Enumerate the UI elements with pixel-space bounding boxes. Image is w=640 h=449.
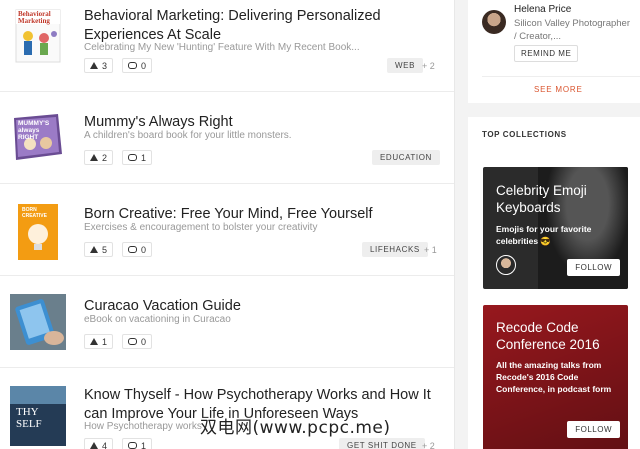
- upvote-arrow-icon: [90, 62, 98, 69]
- comment-bubble-icon: [128, 246, 137, 253]
- topic-tag[interactable]: LIFEHACKS: [362, 242, 428, 257]
- post-thumbnail[interactable]: THY SELF: [10, 386, 66, 446]
- post-thumbnail[interactable]: [10, 294, 66, 350]
- divider: [482, 76, 640, 77]
- remind-me-button[interactable]: REMIND ME: [514, 45, 579, 62]
- comment-button[interactable]: 0: [122, 242, 153, 257]
- collection-title[interactable]: Recode Code Conference 2016: [496, 319, 621, 353]
- post-item[interactable]: BORN CREATIVE Born Creative: Free Your M…: [0, 184, 454, 276]
- upvote-button[interactable]: 3: [84, 58, 114, 73]
- upvote-count: 5: [102, 244, 108, 255]
- watermark-text: 双电网(www.pcpc.me): [200, 418, 391, 438]
- post-tagline: Celebrating My New 'Hunting' Feature Wit…: [84, 42, 360, 53]
- comment-bubble-icon: [128, 62, 137, 69]
- upvote-count: 3: [102, 60, 108, 71]
- maker-subtitle: Silicon Valley Photographer / Creator,..…: [514, 18, 631, 42]
- more-topics-count[interactable]: + 2: [422, 441, 435, 449]
- collection-card[interactable]: Recode Code Conference 2016 All the amaz…: [483, 305, 628, 449]
- comment-bubble-icon: [128, 442, 137, 449]
- post-thumbnail[interactable]: Behavioral Marketing: [10, 8, 66, 64]
- upcoming-panel: Helena Price Silicon Valley Photographer…: [468, 0, 640, 103]
- topic-tag[interactable]: GET SHIT DONE: [339, 438, 425, 449]
- follow-button[interactable]: FOLLOW: [567, 259, 620, 276]
- upvote-button[interactable]: 1: [84, 334, 114, 349]
- collection-description: Emojis for your favorite celebrities 😎: [496, 224, 592, 246]
- curator-avatar[interactable]: [496, 255, 516, 275]
- upvote-button[interactable]: 2: [84, 150, 114, 165]
- collections-heading: TOP COLLECTIONS: [482, 130, 567, 139]
- post-title[interactable]: Behavioral Marketing: Delivering Persona…: [84, 7, 444, 45]
- collection-description: All the amazing talks from Recode's 2016…: [496, 360, 612, 394]
- topic-tag[interactable]: EDUCATION: [372, 150, 440, 165]
- comment-count: 1: [141, 152, 147, 163]
- post-item[interactable]: Curacao Vacation Guide eBook on vacation…: [0, 276, 454, 368]
- upvote-button[interactable]: 4: [84, 438, 114, 449]
- collection-card[interactable]: Celebrity Emoji Keyboards Emojis for you…: [483, 167, 628, 289]
- post-thumbnail[interactable]: MUMMY'S always RIGHT: [10, 110, 66, 166]
- upvote-arrow-icon: [90, 442, 98, 449]
- comment-button[interactable]: 1: [122, 150, 153, 165]
- follow-button[interactable]: FOLLOW: [567, 421, 620, 438]
- thumbnail-text: MUMMY'S always RIGHT: [18, 120, 50, 141]
- upvote-count: 2: [102, 152, 108, 163]
- post-feed: Behavioral Marketing Behavioral Marketin…: [0, 0, 455, 449]
- comment-button[interactable]: 0: [122, 58, 153, 73]
- post-item[interactable]: MUMMY'S always RIGHT Mummy's Always Righ…: [0, 92, 454, 184]
- post-tagline: eBook on vacationing in Curacao: [84, 314, 231, 325]
- upvote-arrow-icon: [90, 246, 98, 253]
- comment-bubble-icon: [128, 338, 137, 345]
- comment-count: 0: [141, 336, 147, 347]
- maker-name[interactable]: Helena Price: [514, 4, 571, 15]
- top-collections-panel: TOP COLLECTIONS Celebrity Emoji Keyboard…: [468, 117, 640, 449]
- thumbnail-text: THY SELF: [16, 406, 42, 430]
- upvote-arrow-icon: [90, 154, 98, 161]
- thumbnail-text: BORN CREATIVE: [22, 207, 47, 219]
- topic-tag[interactable]: WEB: [387, 58, 424, 73]
- post-tagline: A children's board book for your little …: [84, 130, 292, 141]
- upvote-count: 4: [102, 440, 108, 449]
- see-more-link[interactable]: SEE MORE: [534, 85, 583, 94]
- upvote-arrow-icon: [90, 338, 98, 345]
- more-topics-count[interactable]: + 2: [422, 61, 435, 71]
- avatar[interactable]: [482, 10, 506, 34]
- collection-title[interactable]: Celebrity Emoji Keyboards: [496, 182, 621, 216]
- comment-button[interactable]: 0: [122, 334, 153, 349]
- comment-count: 1: [141, 440, 147, 449]
- upvote-count: 1: [102, 336, 108, 347]
- post-thumbnail[interactable]: BORN CREATIVE: [10, 204, 66, 260]
- comment-button[interactable]: 1: [122, 438, 153, 449]
- post-tagline: Exercises & encouragement to bolster you…: [84, 222, 318, 233]
- upvote-button[interactable]: 5: [84, 242, 114, 257]
- comment-count: 0: [141, 244, 147, 255]
- more-topics-count[interactable]: + 1: [424, 245, 437, 255]
- comment-count: 0: [141, 60, 147, 71]
- thumbnail-text: Behavioral Marketing: [18, 10, 51, 25]
- comment-bubble-icon: [128, 154, 137, 161]
- post-item[interactable]: Behavioral Marketing Behavioral Marketin…: [0, 0, 454, 92]
